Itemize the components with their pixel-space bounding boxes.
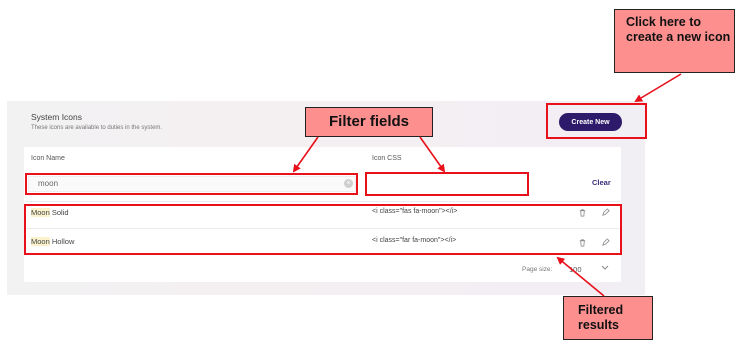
filter-arrow-right: [419, 136, 446, 173]
results-arrow: [556, 256, 605, 297]
annotation-arrows: [292, 73, 682, 297]
filter-arrow-left: [292, 136, 319, 173]
create-arrow: [634, 73, 682, 103]
